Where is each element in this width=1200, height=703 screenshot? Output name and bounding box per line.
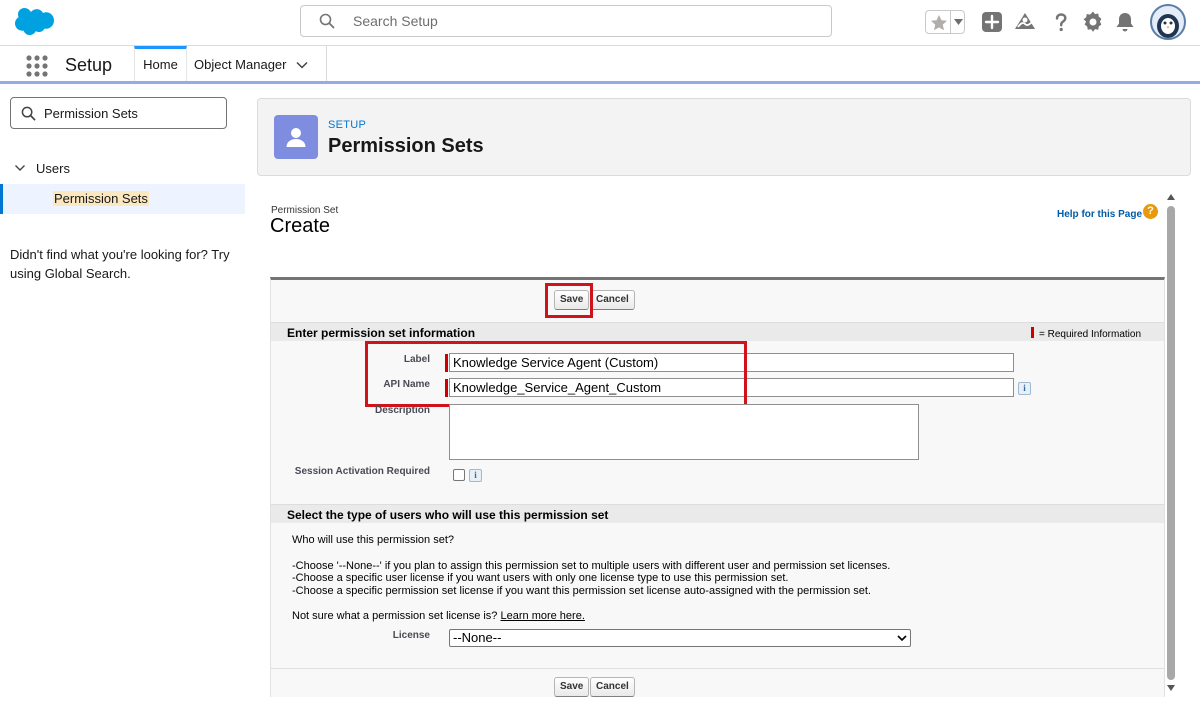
session-activation-label: Session Activation Required	[294, 466, 430, 477]
help-question-icon[interactable]: ?	[1143, 204, 1158, 219]
app-name: Setup	[65, 55, 113, 75]
highlight-save	[545, 283, 593, 318]
tree-group-users[interactable]: Users	[14, 161, 70, 176]
not-sure-text: Not sure what a permission set license i…	[292, 610, 585, 622]
quick-find-box[interactable]	[10, 97, 227, 129]
required-legend-text: = Required Information	[1039, 329, 1142, 340]
trailhead-guidance-icon[interactable]	[1013, 10, 1037, 34]
help-icon[interactable]	[1049, 10, 1073, 34]
setup-sidebar: Users Permission Sets Didn't find what y…	[0, 86, 245, 703]
tree-item-permission-sets-label: Permission Sets	[53, 191, 149, 206]
session-activation-info-icon[interactable]: i	[469, 469, 482, 482]
salesforce-logo-icon[interactable]	[14, 8, 56, 36]
star-icon	[931, 15, 947, 31]
vertical-scrollbar[interactable]	[1164, 188, 1178, 696]
chevron-down-icon[interactable]	[14, 162, 26, 174]
tab-object-manager-label: Object Manager	[194, 57, 287, 72]
description-field-label: Description	[374, 405, 430, 416]
license-field-label: License	[392, 630, 430, 641]
description-textarea[interactable]	[449, 404, 919, 460]
chevron-down-icon[interactable]	[295, 58, 309, 72]
section-user-type: Select the type of users who will use th…	[271, 504, 1164, 523]
global-search-box[interactable]	[300, 5, 832, 37]
not-found-hint: Didn't find what you're looking for? Try…	[10, 247, 230, 281]
page-header: SETUP Permission Sets	[257, 98, 1191, 176]
permission-set-page-icon	[274, 115, 318, 159]
page-name: Create	[270, 215, 331, 237]
chevron-down-icon	[897, 635, 907, 642]
search-icon	[319, 13, 335, 29]
learn-more-link[interactable]: Learn more here.	[501, 610, 585, 622]
page-title: Permission Sets	[328, 135, 484, 157]
cancel-button-bottom[interactable]: Cancel	[590, 677, 635, 697]
instruction-line-2: -Choose a specific user license if you w…	[292, 572, 789, 584]
api-name-info-icon[interactable]: i	[1018, 382, 1031, 395]
required-legend: = Required Information	[1031, 327, 1141, 340]
astro-avatar-icon	[1157, 14, 1179, 38]
gear-icon[interactable]	[1081, 10, 1105, 34]
license-select[interactable]: --None--	[449, 629, 911, 647]
global-search-input[interactable]	[353, 6, 813, 36]
instruction-line-1: -Choose '--None--' if you plan to assign…	[292, 560, 891, 572]
app-launcher-icon[interactable]	[25, 54, 49, 78]
bell-icon[interactable]	[1113, 10, 1137, 34]
who-question: Who will use this permission set?	[292, 534, 455, 546]
save-button-bottom[interactable]: Save	[554, 677, 590, 697]
user-icon	[286, 128, 306, 147]
help-for-page-link[interactable]: Help for this Page	[1057, 209, 1142, 220]
session-activation-checkbox[interactable]	[453, 469, 465, 481]
favorites-button[interactable]	[925, 10, 965, 34]
license-selected-value: --None--	[453, 630, 502, 645]
scroll-up-arrow[interactable]	[1167, 194, 1175, 200]
scroll-down-arrow[interactable]	[1167, 685, 1175, 691]
page-eyebrow: SETUP	[328, 119, 367, 131]
section2-title: Select the type of users who will use th…	[287, 508, 609, 522]
section1-title: Enter permission set information	[287, 326, 476, 340]
global-header	[0, 0, 1200, 46]
global-actions-icon[interactable]	[980, 10, 1004, 34]
required-bar	[1031, 327, 1034, 338]
user-avatar[interactable]	[1150, 4, 1186, 40]
tree-item-permission-sets[interactable]: Permission Sets	[0, 184, 245, 214]
cancel-button[interactable]: Cancel	[590, 290, 635, 310]
tree-group-users-label: Users	[36, 161, 70, 176]
not-sure-question: Not sure what a permission set license i…	[292, 610, 498, 622]
favorites-dropdown[interactable]	[950, 11, 965, 33]
caret-down-icon	[954, 19, 963, 25]
instruction-line-3: -Choose a specific permission set licens…	[292, 585, 871, 597]
tab-home[interactable]: Home	[134, 46, 187, 81]
app-navigation: Setup Home Object Manager	[0, 46, 1200, 84]
bottom-divider	[271, 668, 1164, 669]
scroll-thumb[interactable]	[1167, 206, 1175, 680]
search-icon	[21, 106, 36, 121]
quick-find-input[interactable]	[44, 98, 219, 128]
highlight-label-api	[365, 341, 747, 407]
tab-object-manager[interactable]: Object Manager	[187, 46, 327, 81]
